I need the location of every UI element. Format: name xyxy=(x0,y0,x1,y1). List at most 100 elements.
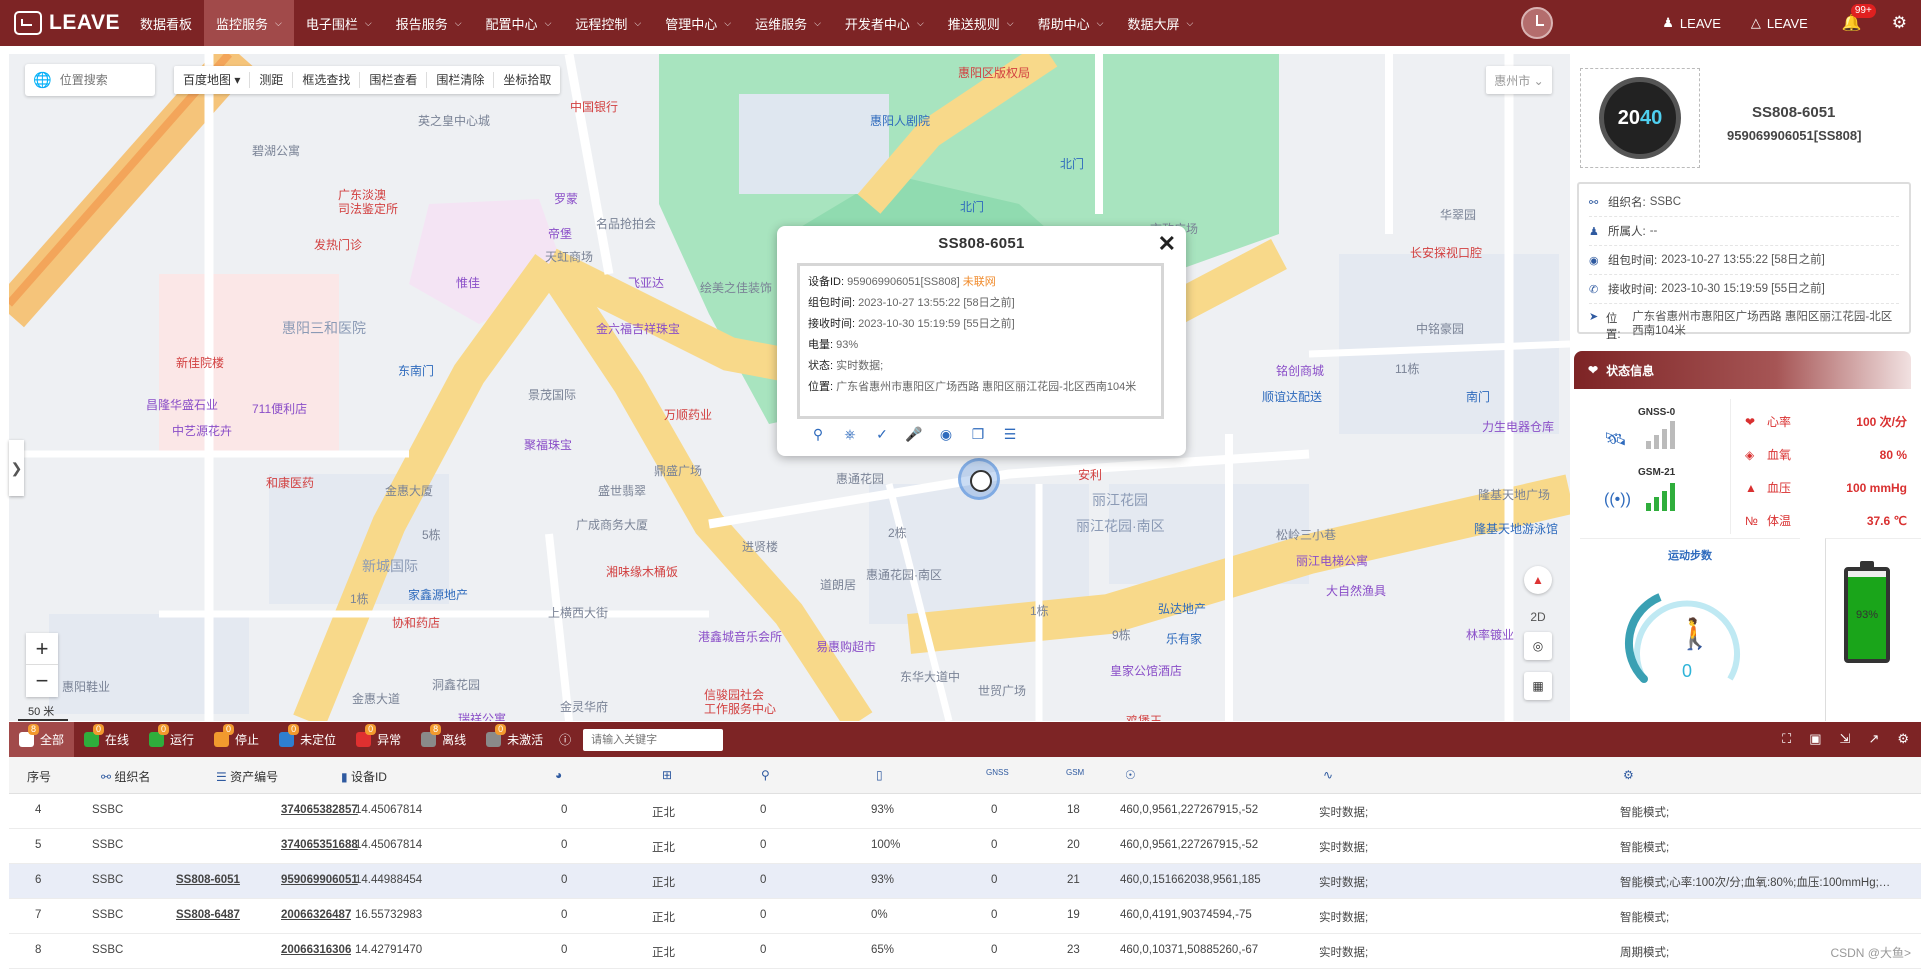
map-tool-4[interactable]: 围栏清除 xyxy=(427,72,495,88)
map-label[interactable]: 乐有家 xyxy=(1166,630,1202,647)
map-label[interactable]: 顺谊达配送 xyxy=(1262,388,1322,405)
collapse-icon[interactable]: ⇲ xyxy=(1840,731,1851,747)
nav-item-3[interactable]: 报告服务 ⌵ xyxy=(384,0,474,46)
map-label[interactable]: 世贸广场 xyxy=(978,682,1026,699)
user-menu[interactable]: ♟ LEAVE xyxy=(1662,15,1721,31)
sidebar-toggle[interactable]: ❯ xyxy=(9,440,24,496)
table-row[interactable]: 7 SSBC SS808-6487 20066326487 16.55732983 0 正北… xyxy=(9,899,1921,934)
check-shield-icon[interactable]: ✓ xyxy=(866,426,898,443)
2d-toggle[interactable]: 2D xyxy=(1524,603,1552,631)
cell-asset[interactable]: SS808-6487 xyxy=(176,909,240,921)
settings-button[interactable]: ⚙ xyxy=(1892,13,1907,33)
map-label[interactable]: 惠通花园·南区 xyxy=(866,566,942,583)
map-label[interactable]: 北门 xyxy=(1060,155,1084,172)
nav-item-10[interactable]: 帮助中心 ⌵ xyxy=(1026,0,1116,46)
map-label[interactable]: 金惠大道 xyxy=(352,690,400,707)
map-label[interactable]: 盛世翡翠 xyxy=(598,482,646,499)
cell-id[interactable]: 374065382857 xyxy=(281,804,358,816)
nav-item-6[interactable]: 管理中心 ⌵ xyxy=(653,0,743,46)
map-label[interactable]: 名品抢拍会 xyxy=(596,215,656,232)
map-label[interactable]: 中国银行 xyxy=(570,98,618,115)
map-label[interactable]: 711便利店 xyxy=(252,400,307,417)
map-label[interactable]: 中铭豪园 xyxy=(1416,320,1464,337)
filter-tab-1[interactable]: 0 在线 xyxy=(74,722,139,757)
city-selector[interactable]: 惠州市 ⌄ xyxy=(1486,66,1552,94)
location-search[interactable]: 🌐 xyxy=(25,64,155,96)
nav-item-7[interactable]: 运维服务 ⌵ xyxy=(743,0,833,46)
microphone-icon[interactable]: 🎤 xyxy=(898,426,930,443)
export-icon[interactable]: ↗ xyxy=(1868,731,1879,747)
map-label[interactable]: 和康医药 xyxy=(266,474,314,491)
map-label[interactable]: 鼎盛广场 xyxy=(654,462,702,479)
map-label[interactable]: 广成商务大厦 xyxy=(576,516,648,533)
map-label[interactable]: 皇家公馆酒店 xyxy=(1110,662,1182,679)
nav-item-2[interactable]: 电子围栏 ⌵ xyxy=(294,0,384,46)
map-label[interactable]: 瑞祥公寓 xyxy=(458,710,506,721)
map-label[interactable]: 绘美之佳装饰 xyxy=(700,279,772,296)
map-label[interactable]: 协和药店 xyxy=(392,614,440,631)
map-label[interactable]: 发热门诊 xyxy=(314,236,362,253)
map-label[interactable]: 铭创商城 xyxy=(1276,362,1324,379)
map-label[interactable]: 南门 xyxy=(1466,388,1490,405)
map-label[interactable]: 丽江花园 xyxy=(1092,490,1148,510)
map-label[interactable]: 万顺药业 xyxy=(664,406,712,423)
filter-tab-5[interactable]: 0 异常 xyxy=(346,722,411,757)
table-row[interactable]: 8 SSBC 20066316306 14.42791470 0 正北 0 65% 0 23 460… xyxy=(9,934,1921,969)
app-logo[interactable]: LEAVE xyxy=(0,0,128,46)
map-label[interactable]: 道朗居 xyxy=(820,576,856,593)
map-label[interactable]: 惠阳鞋业 xyxy=(62,678,110,695)
map-label[interactable]: 安利 xyxy=(1078,466,1102,483)
map-label[interactable]: 进贤楼 xyxy=(742,538,778,555)
map-label[interactable]: 新城国际 xyxy=(362,556,418,576)
map-label[interactable]: 惠阳人剧院 xyxy=(870,112,930,129)
org-menu[interactable]: △ LEAVE xyxy=(1751,15,1808,31)
map-label[interactable]: 松岭三小巷 xyxy=(1276,526,1336,543)
table-row[interactable]: 4 SSBC 374065382857 14.45067814 0 正北 0 93% 0 18 46… xyxy=(9,794,1921,829)
gear-icon[interactable]: ⚙ xyxy=(1897,731,1909,747)
device-marker[interactable] xyxy=(958,458,1000,500)
filter-tab-2[interactable]: 0 运行 xyxy=(139,722,204,757)
usb-icon[interactable]: ⎈ xyxy=(834,426,866,443)
map-label[interactable]: 隆基天地游泳馆 xyxy=(1474,520,1558,537)
filter-tab-6[interactable]: 8 离线 xyxy=(411,722,476,757)
fit-icon[interactable]: ▣ xyxy=(1809,731,1821,747)
nav-item-1[interactable]: 监控服务 ⌵ xyxy=(204,0,294,46)
map-label[interactable]: 东华大道中 xyxy=(900,668,960,685)
compass-button[interactable]: ▲ xyxy=(1524,566,1552,594)
map-label[interactable]: 上横西大街 xyxy=(548,604,608,621)
table-row[interactable]: 6 SSBC SS808-6051 959069906051 14.44988454 0 正… xyxy=(9,864,1921,899)
map-type-button[interactable]: ▦ xyxy=(1524,672,1552,700)
history-icon[interactable] xyxy=(1521,7,1553,39)
cell-asset[interactable]: SS808-6051 xyxy=(176,874,240,886)
cell-id[interactable]: 20066316306 xyxy=(281,944,351,956)
fullscreen-icon[interactable]: ⛶ xyxy=(1782,731,1791,747)
map-label[interactable]: 东南门 xyxy=(398,362,434,379)
filter-tab-0[interactable]: 8 全部 xyxy=(9,722,75,757)
cell-id[interactable]: 374065351688 xyxy=(281,839,358,851)
map-tool-2[interactable]: 框选查找 xyxy=(293,72,361,88)
map-label[interactable]: 丽江电梯公寓 xyxy=(1296,552,1368,569)
map-label[interactable]: 鸡煲王 xyxy=(1126,712,1162,721)
map-label[interactable]: 工作服务中心 xyxy=(704,700,776,717)
map-label[interactable]: 1栋 xyxy=(1030,602,1049,619)
map-label[interactable]: 易惠购超市 xyxy=(816,638,876,655)
cell-id[interactable]: 20066326487 xyxy=(281,909,351,921)
map-label[interactable]: 11栋 xyxy=(1395,360,1419,377)
map-label[interactable]: 惟佳 xyxy=(456,274,480,291)
copy-icon[interactable]: ❐ xyxy=(962,426,994,443)
nav-item-4[interactable]: 配置中心 ⌵ xyxy=(474,0,564,46)
map-label[interactable]: 林率镀业 xyxy=(1466,626,1514,643)
list-icon[interactable]: ☰ xyxy=(994,426,1026,443)
map-label[interactable]: 景茂国际 xyxy=(528,386,576,403)
map-label[interactable]: 金灵华府 xyxy=(560,698,608,715)
map-label[interactable]: 湘味缘木桶饭 xyxy=(606,563,678,580)
location-search-input[interactable] xyxy=(59,73,150,87)
map-label[interactable]: 力生电器仓库 xyxy=(1482,418,1554,435)
map-label[interactable]: 中艺源花卉 xyxy=(172,422,232,439)
nav-item-0[interactable]: 数据看板 xyxy=(128,0,204,46)
map-label[interactable]: 罗蒙 xyxy=(554,190,578,207)
zoom-in-button[interactable]: + xyxy=(26,633,58,665)
map-label[interactable]: 新佳院楼 xyxy=(176,354,224,371)
map-tool-0[interactable]: 百度地图 ▾ xyxy=(174,72,251,88)
map-label[interactable]: 惠通花园 xyxy=(836,470,884,487)
